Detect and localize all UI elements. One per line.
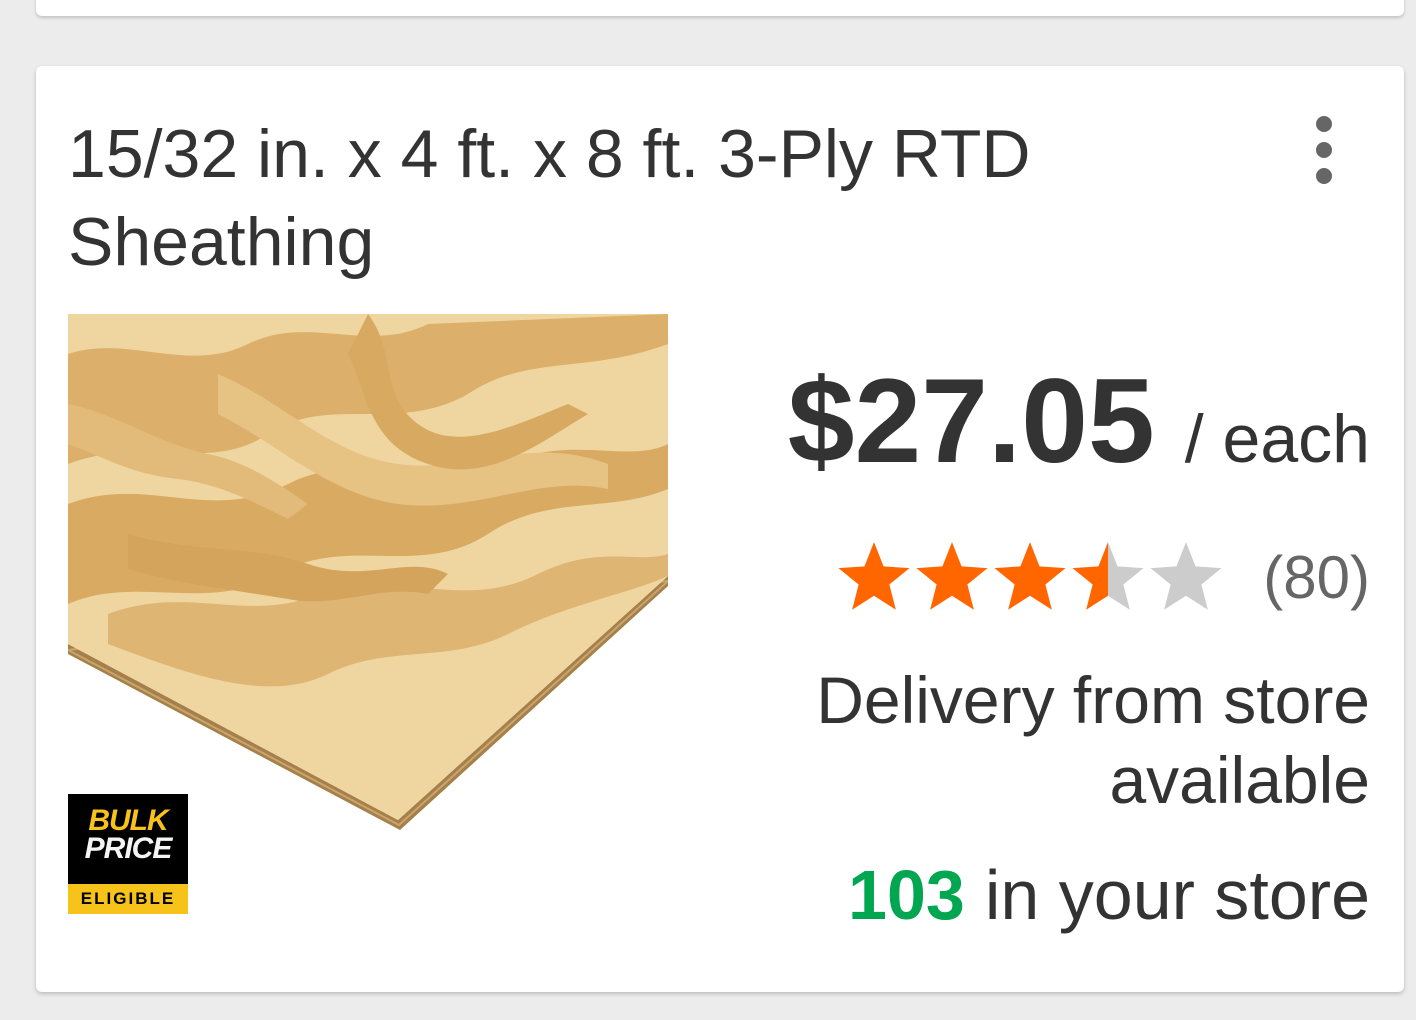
bulk-price-eligible-badge: BULK PRICE ELIGIBLE [68, 794, 188, 914]
star-icon [1150, 542, 1222, 610]
star-icon [838, 542, 910, 610]
star-icon [994, 542, 1066, 610]
product-card[interactable]: 15/32 in. x 4 ft. x 8 ft. 3-Ply RTD Shea… [36, 66, 1404, 992]
price-row: $27.05 / each [788, 356, 1370, 486]
more-vertical-icon-dot [1316, 142, 1332, 158]
star-rating[interactable] [837, 537, 1227, 619]
star-icon [916, 542, 988, 610]
previous-product-card[interactable] [36, 0, 1404, 16]
price-unit: / each [1184, 401, 1370, 477]
star-icon [1072, 542, 1144, 610]
product-title[interactable]: 15/32 in. x 4 ft. x 8 ft. 3-Ply RTD Shea… [68, 110, 1228, 286]
rating-row[interactable]: (80) [837, 540, 1370, 616]
more-options-button[interactable] [1296, 110, 1352, 190]
product-price: $27.05 [787, 354, 1155, 488]
more-vertical-icon-dot [1316, 168, 1332, 184]
more-vertical-icon [1316, 116, 1332, 132]
stock-label: in your store [984, 856, 1370, 934]
stock-count: 103 [848, 856, 965, 934]
eligible-label: ELIGIBLE [68, 884, 188, 914]
store-stock: 103 in your store [848, 850, 1370, 940]
review-count[interactable]: (80) [1263, 540, 1370, 616]
delivery-availability: Delivery from store available [816, 663, 1370, 817]
price-label: PRICE [84, 832, 173, 865]
